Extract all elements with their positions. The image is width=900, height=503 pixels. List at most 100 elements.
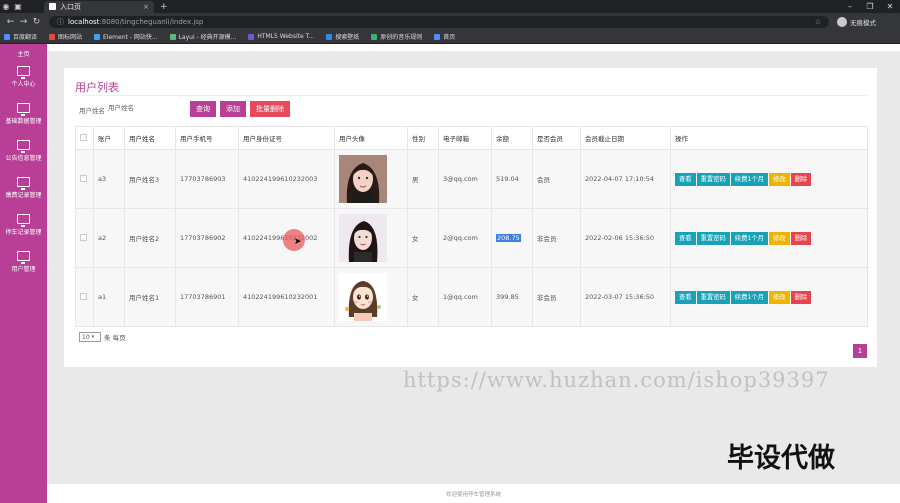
delete-button[interactable]: 删除 — [790, 231, 812, 245]
row-checkbox[interactable] — [80, 174, 87, 182]
edit-button[interactable]: 修改 — [768, 290, 790, 304]
sidebar-item-label: 个人中心 — [11, 80, 36, 88]
view-button[interactable]: 查看 — [675, 231, 696, 245]
delete-button[interactable]: 删除 — [790, 172, 812, 186]
cell-balance-value: 208.75 — [496, 234, 521, 242]
cell-select[interactable] — [75, 208, 94, 268]
main-content: 用户列表 用户姓名 查询 添加 批量删除 账户 用户姓名 用户手机号 用户身份证… — [47, 44, 900, 503]
mouse-cursor-icon: ➤ — [294, 237, 302, 247]
close-window-icon[interactable]: ✕ — [880, 2, 900, 11]
cell-phone: 17703786902 — [175, 208, 239, 268]
minimize-icon[interactable]: – — [840, 2, 860, 11]
user-avatar-image — [339, 155, 387, 203]
sidebar-item-label: 用户管理 — [11, 265, 36, 273]
view-button[interactable]: 查看 — [675, 290, 696, 304]
reset-password-button[interactable]: 重置密码 — [696, 290, 730, 304]
reset-password-button[interactable]: 重置密码 — [696, 172, 730, 186]
bookmark-item[interactable]: 原创的音乐规则 — [371, 32, 422, 41]
cell-email: 3@qq.com — [438, 149, 492, 209]
url-path: :8080/tingcheguanli/index.jsp — [99, 17, 204, 26]
page-button-1[interactable]: 1 — [853, 344, 867, 358]
monitor-icon — [17, 176, 30, 190]
sidebar-item-label: 公告信息管理 — [5, 154, 42, 162]
profile-button[interactable]: 无痕模式 — [837, 16, 876, 27]
cell-name: 用户姓名2 — [124, 208, 176, 268]
header-expire: 会员截止日期 — [580, 126, 671, 150]
cell-balance-value: 399.85 — [496, 293, 519, 301]
bookmark-label: Element - 网站快... — [103, 34, 158, 41]
add-button[interactable]: 添加 — [220, 101, 246, 117]
incognito-avatar-icon — [837, 16, 847, 27]
batch-delete-button[interactable]: 批量删除 — [250, 101, 290, 117]
search-button[interactable]: 查询 — [190, 101, 216, 117]
bookmark-star-icon[interactable]: ☆ — [815, 18, 821, 26]
row-checkbox[interactable] — [80, 233, 87, 241]
sidebar-item[interactable]: 缴费记录管理 — [0, 169, 47, 206]
cell-email: 2@qq.com — [438, 208, 492, 268]
bookmark-item[interactable]: HTML5 Website T... — [248, 33, 314, 40]
reload-icon[interactable]: ↻ — [30, 17, 43, 27]
bookmark-label: 百度翻译 — [13, 34, 38, 41]
bookmark-label: 原创的音乐规则 — [380, 34, 423, 41]
select-all-checkbox[interactable] — [80, 133, 87, 141]
view-button[interactable]: 查看 — [675, 172, 696, 186]
bookmark-favicon-icon — [94, 33, 101, 40]
search-input[interactable] — [108, 102, 180, 114]
tab-search-icon[interactable]: ▣ — [12, 1, 24, 13]
select-all-cell[interactable] — [75, 126, 94, 150]
bookmark-item[interactable]: Element - 网站快... — [94, 32, 158, 41]
cell-avatar — [334, 208, 408, 268]
bookmark-favicon-icon — [169, 33, 176, 40]
edit-button[interactable]: 修改 — [768, 231, 790, 245]
delete-button[interactable]: 删除 — [790, 290, 812, 304]
renew-button[interactable]: 续费1个月 — [730, 290, 768, 304]
cell-actions: 查看 重置密码 续费1个月 修改 删除 — [670, 208, 868, 268]
browser-menu-icon[interactable]: ◉ — [0, 1, 12, 13]
cell-phone: 17703786901 — [175, 267, 239, 327]
new-tab-button[interactable]: + — [160, 2, 168, 12]
edit-button[interactable]: 修改 — [768, 172, 790, 186]
sidebar-item-label: 基础数据管理 — [5, 117, 42, 125]
cell-select[interactable] — [75, 267, 94, 327]
sidebar-item[interactable]: 个人中心 — [0, 58, 47, 95]
cell-balance-value: 519.04 — [496, 175, 519, 183]
table-header-row: 账户 用户姓名 用户手机号 用户身份证号 用户头像 性别 电子邮箱 余额 是否会… — [75, 126, 868, 150]
bookmark-favicon-icon — [371, 33, 378, 40]
bookmark-item[interactable]: 搜索壁纸 — [326, 32, 359, 41]
monitor-icon — [17, 250, 30, 264]
reset-password-button[interactable]: 重置密码 — [696, 231, 730, 245]
monitor-icon — [17, 102, 30, 116]
header-actions: 操作 — [670, 126, 868, 150]
sidebar-item[interactable]: 公告信息管理 — [0, 132, 47, 169]
sidebar-item[interactable]: 用户管理 — [0, 243, 47, 280]
tab-close-icon[interactable]: × — [143, 3, 149, 11]
address-bar[interactable]: ⓘ localhost :8080/tingcheguanli/index.js… — [49, 15, 829, 28]
bookmark-item[interactable]: 首页 — [434, 32, 455, 41]
sidebar-item[interactable]: 停车记录管理 — [0, 206, 47, 243]
maximize-icon[interactable]: ❐ — [860, 2, 880, 11]
site-info-icon[interactable]: ⓘ — [57, 17, 64, 27]
user-avatar-image — [339, 214, 387, 262]
forward-icon[interactable]: → — [17, 17, 30, 27]
sidebar-item[interactable]: 基础数据管理 — [0, 95, 47, 132]
renew-button[interactable]: 续费1个月 — [730, 231, 768, 245]
cell-member: 非会员 — [532, 267, 581, 327]
sidebar-item[interactable]: 主页 — [0, 44, 47, 58]
back-icon[interactable]: ← — [4, 17, 17, 27]
tab-favicon-icon — [49, 3, 56, 10]
renew-button[interactable]: 续费1个月 — [730, 172, 768, 186]
row-checkbox[interactable] — [80, 292, 87, 300]
bookmark-label: 首页 — [443, 34, 456, 41]
cell-gender: 女 — [407, 267, 439, 327]
cell-name: 用户姓名1 — [124, 267, 176, 327]
bookmark-item[interactable]: 百度翻译 — [4, 32, 37, 41]
cell-email: 1@qq.com — [438, 267, 492, 327]
cell-avatar — [334, 149, 408, 209]
page-size-select[interactable]: 10 ▾ — [79, 332, 101, 342]
cell-select[interactable] — [75, 149, 94, 209]
cell-name: 用户姓名3 — [124, 149, 176, 209]
bookmark-item[interactable]: Layui - 经典开源模... — [169, 32, 236, 41]
url-host: localhost — [68, 17, 100, 26]
browser-tab[interactable]: 入口页 × — [44, 0, 154, 13]
bookmark-item[interactable]: 图标网站 — [49, 32, 82, 41]
